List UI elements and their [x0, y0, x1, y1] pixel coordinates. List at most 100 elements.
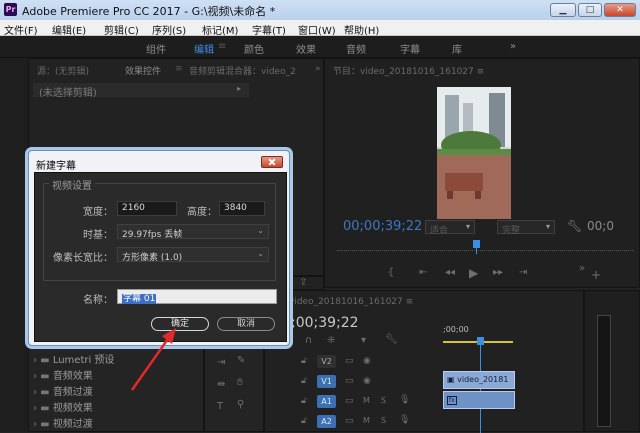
title-bar: Pr Adobe Premiere Pro CC 2017 - G:\视频\未命… — [0, 0, 640, 20]
workspace-titles[interactable]: 字幕 — [400, 41, 420, 56]
go-to-in-icon[interactable]: ⇤ — [419, 267, 427, 278]
minimize-button[interactable]: ▁ — [550, 3, 576, 17]
mute-button[interactable]: M — [363, 396, 370, 405]
slip-icon[interactable]: ⇹ — [217, 379, 225, 390]
eye-icon[interactable]: ◉ — [363, 376, 371, 386]
workspace-menu-icon[interactable]: ≡ — [218, 41, 226, 52]
track-header-a2[interactable]: 🔓︎ A2 ▭ M S 🎙︎ — [289, 413, 439, 431]
tab-source[interactable]: 源：(无剪辑) — [37, 64, 89, 77]
track-header-a1[interactable]: 🔓︎ A1 ▭ M S 🎙︎ — [289, 393, 439, 411]
solo-button[interactable]: S — [381, 396, 386, 405]
height-input[interactable]: 3840 — [219, 201, 265, 216]
workspace-assembly[interactable]: 组件 — [146, 41, 166, 56]
menu-window[interactable]: 窗口(W) — [298, 22, 336, 37]
export-icon[interactable]: ⇪ — [299, 277, 307, 288]
monitor-ruler[interactable] — [337, 241, 633, 251]
add-button-icon[interactable]: + — [591, 268, 601, 282]
menu-help[interactable]: 帮助(H) — [344, 22, 379, 37]
track-header-v1[interactable]: 🔓︎ V1 ▭ ◉ — [289, 373, 439, 391]
audio-clip[interactable]: fx — [443, 391, 515, 409]
microphone-icon[interactable]: 🎙︎ — [399, 415, 410, 425]
timebase-dropdown[interactable]: 29.97fps 丢帧 ⌄ — [117, 224, 269, 240]
toggle-sync-icon[interactable]: ▭ — [345, 416, 354, 426]
clip-selector[interactable]: (未选择剪辑) ▸ — [33, 83, 249, 99]
timeline-playhead[interactable] — [477, 337, 484, 345]
tab-menu-icon[interactable]: ≡ — [175, 64, 183, 74]
track-label-v1[interactable]: V1 — [317, 375, 336, 388]
maximize-button[interactable]: □ — [578, 3, 602, 17]
workspace-libraries[interactable]: 库 — [452, 41, 462, 56]
workspace-audio[interactable]: 音频 — [346, 41, 366, 56]
playhead[interactable] — [473, 240, 480, 248]
workspace-overflow[interactable]: » — [510, 41, 516, 52]
list-item[interactable]: › ▬ 视频效果 — [33, 399, 93, 414]
step-forward-icon[interactable]: ▸▸ — [493, 267, 503, 278]
mark-in-icon[interactable]: ⦃ — [387, 267, 394, 278]
track-label-a1[interactable]: A1 — [317, 395, 336, 408]
program-timecode[interactable]: 00;00;39;22 — [343, 219, 422, 234]
dialog-close-button[interactable] — [261, 156, 283, 168]
zoom-icon[interactable]: ⚲ — [237, 399, 244, 410]
video-clip[interactable]: ▣ video_20181 — [443, 371, 515, 389]
close-window-button[interactable]: ✕ — [604, 3, 636, 17]
timeline-wrench-icon[interactable]: 🔧︎ — [385, 334, 398, 345]
workspace-editing[interactable]: 编辑 — [194, 41, 214, 56]
list-item[interactable]: › ▬ 视频过渡 — [33, 415, 93, 430]
toggle-sync-icon[interactable]: ▭ — [345, 356, 354, 366]
annotation-arrow — [130, 328, 176, 391]
pen-icon[interactable]: ✎ — [237, 355, 245, 366]
tab-effect-controls[interactable]: 效果控件 — [125, 64, 161, 77]
microphone-icon[interactable]: 🎙︎ — [399, 395, 410, 405]
cancel-button[interactable]: 取消 — [217, 317, 275, 331]
width-input[interactable]: 2160 — [117, 201, 177, 216]
track-label-a2[interactable]: A2 — [317, 415, 336, 428]
toggle-sync-icon[interactable]: ▭ — [345, 396, 354, 406]
lock-icon[interactable]: 🔓︎ — [301, 376, 307, 386]
timeline-timecode[interactable]: ;00;39;22 — [291, 315, 359, 331]
track-select-icon[interactable]: ⇥ — [217, 357, 225, 368]
hand-icon[interactable]: ✋︎ — [237, 377, 243, 388]
workspace-color[interactable]: 颜色 — [244, 41, 264, 56]
tab-audio-mixer[interactable]: 音频剪辑混合器：video_2 — [189, 64, 296, 77]
ruler-start-label: ;00;00 — [443, 325, 469, 334]
linked-icon[interactable]: ⁜ — [327, 335, 335, 346]
overflow-icon[interactable]: » — [579, 263, 585, 274]
workspace-effects[interactable]: 效果 — [296, 41, 316, 56]
go-to-out-icon[interactable]: ⇥ — [519, 267, 527, 278]
list-item[interactable]: › ▬ 音频过渡 — [33, 383, 93, 398]
window-title: Adobe Premiere Pro CC 2017 - G:\视频\未命名 * — [22, 5, 276, 18]
fit-dropdown[interactable]: 适合 ▾ — [425, 220, 475, 236]
timeline-tab[interactable]: video_20181016_161027 ≡ — [289, 297, 413, 307]
step-back-icon[interactable]: ◂◂ — [445, 267, 455, 278]
lock-icon[interactable]: 🔓︎ — [301, 396, 307, 406]
tab-overflow[interactable]: » — [315, 64, 321, 74]
menu-title[interactable]: 字幕(T) — [252, 22, 286, 37]
snap-icon[interactable]: ∩ — [305, 335, 312, 346]
menu-clip[interactable]: 剪辑(C) — [104, 22, 139, 37]
menu-file[interactable]: 文件(F) — [4, 22, 38, 37]
lock-icon[interactable]: 🔓︎ — [301, 356, 307, 366]
list-item[interactable]: › ▬ Lumetri 预设 — [33, 351, 114, 366]
quality-dropdown[interactable]: 完整 ▾ — [497, 220, 555, 236]
track-header-v2[interactable]: 🔓︎ V2 ▭ ◉ — [289, 353, 439, 371]
name-input[interactable]: 字幕 01 — [117, 289, 277, 304]
menu-sequence[interactable]: 序列(S) — [152, 22, 186, 37]
dialog-title: 新建字幕 — [36, 161, 76, 172]
lock-icon[interactable]: 🔓︎ — [301, 416, 307, 426]
eye-icon[interactable]: ◉ — [363, 356, 371, 366]
solo-button[interactable]: S — [381, 416, 386, 425]
height-label: 高度： — [187, 207, 217, 218]
menu-marker[interactable]: 标记(M) — [202, 22, 238, 37]
effect-folder-label: 视频过渡 — [52, 419, 93, 430]
list-item[interactable]: › ▬ 音频效果 — [33, 367, 93, 382]
toggle-sync-icon[interactable]: ▭ — [345, 376, 354, 386]
wrench-icon[interactable]: 🔧︎ — [567, 219, 582, 233]
pixel-aspect-dropdown[interactable]: 方形像素 (1.0) ⌄ — [117, 247, 269, 263]
type-icon[interactable]: T — [217, 401, 223, 412]
play-icon[interactable]: ▶ — [469, 266, 478, 280]
menu-edit[interactable]: 编辑(E) — [52, 22, 86, 37]
mute-button[interactable]: M — [363, 416, 370, 425]
audio-clip-fx-label: fx — [447, 396, 457, 405]
marker-icon[interactable]: ▾ — [361, 335, 366, 346]
track-label-v2[interactable]: V2 — [317, 355, 336, 368]
